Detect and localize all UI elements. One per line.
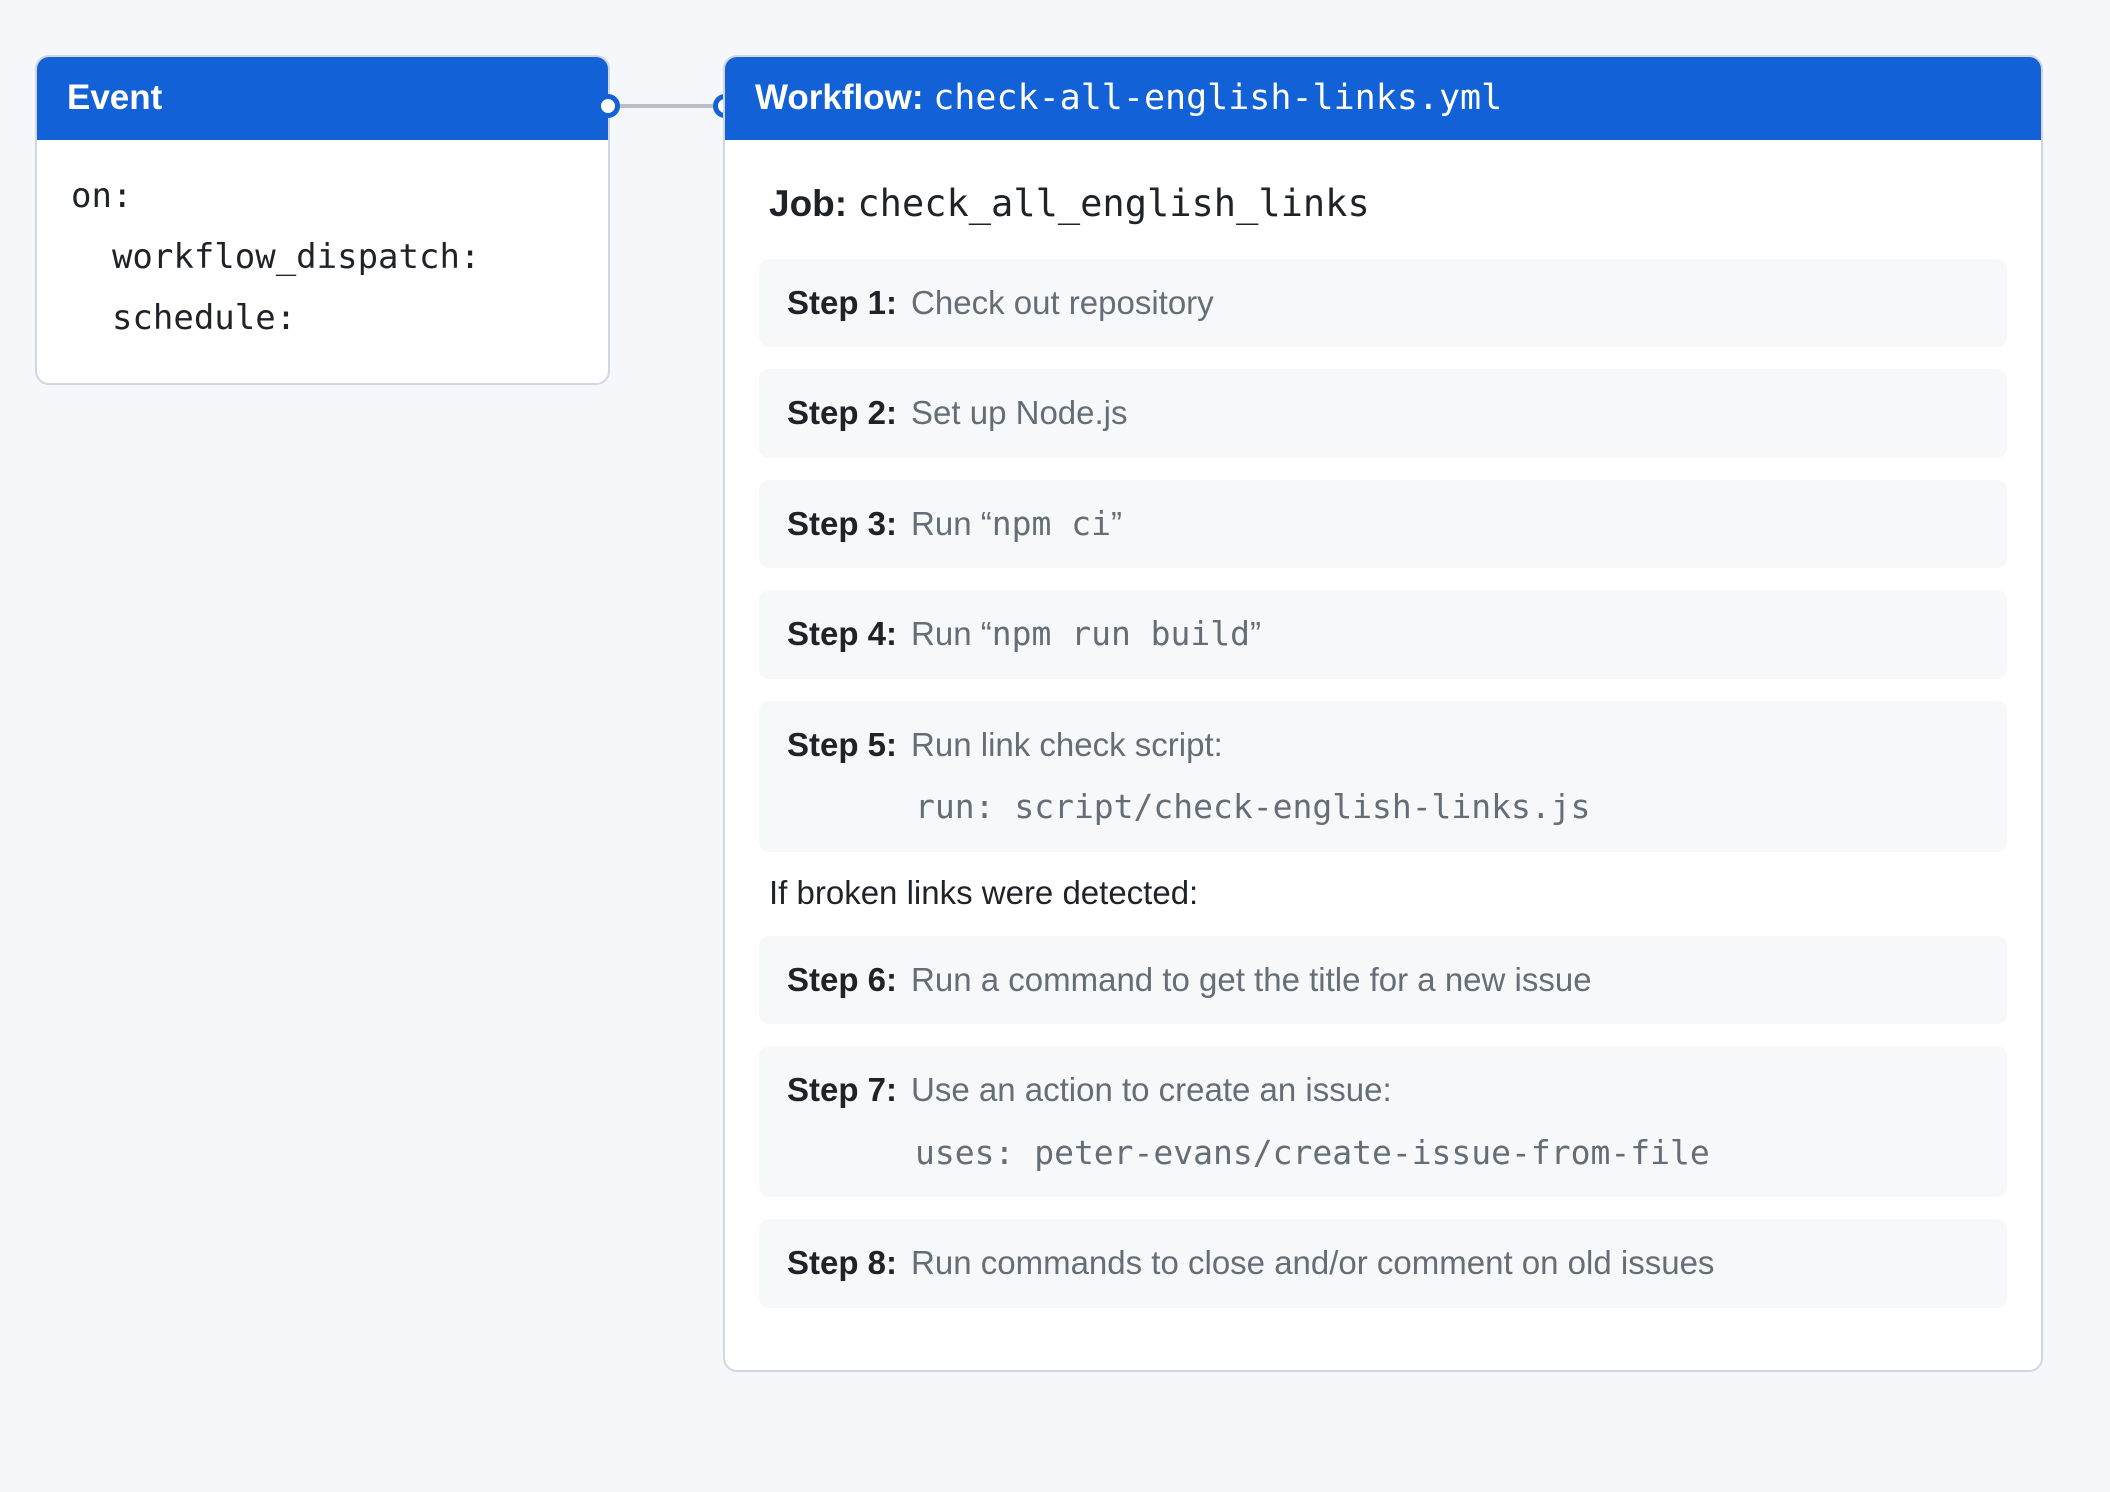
workflow-card: Workflow: check-all-english-links.yml Jo… (723, 55, 2043, 1372)
step-code: run: script/check-english-links.js (915, 785, 1979, 830)
event-card-header: Event (37, 57, 608, 140)
workflow-step: Step 5: Run link check script: run: script… (759, 701, 2007, 852)
event-card-body: on: workflow_dispatch: schedule: (37, 140, 608, 384)
step-description: Run “npm run build” (911, 612, 1261, 657)
step-description: Run commands to close and/or comment on … (911, 1241, 1714, 1286)
workflow-step: Step 7: Use an action to create an issue:… (759, 1046, 2007, 1197)
job-name: check_all_english_links (857, 182, 1369, 225)
job-label: Job: (769, 183, 857, 224)
step-label: Step 4: (787, 612, 897, 657)
step-description: Check out repository (911, 281, 1214, 326)
diagram-stage: Event on: workflow_dispatch: schedule: W… (0, 0, 2110, 1492)
event-card: Event on: workflow_dispatch: schedule: (35, 55, 610, 385)
workflow-card-header: Workflow: check-all-english-links.yml (725, 57, 2041, 140)
step-label: Step 5: (787, 723, 897, 768)
step-label: Step 7: (787, 1068, 897, 1113)
step-description: Run a command to get the title for a new… (911, 958, 1592, 1003)
connector (608, 94, 725, 118)
workflow-step: Step 6: Run a command to get the title fo… (759, 936, 2007, 1025)
job-title: Job: check_all_english_links (769, 182, 2007, 225)
event-title: Event (67, 78, 162, 117)
steps-group-before: Step 1: Check out repository Step 2: Set up… (759, 259, 2007, 852)
section-note: If broken links were detected: (769, 874, 2007, 912)
workflow-step: Step 3: Run “npm ci” (759, 480, 2007, 569)
workflow-title-file: check-all-english-links.yml (933, 78, 1502, 118)
step-description: Use an action to create an issue: (911, 1068, 1392, 1113)
step-label: Step 2: (787, 391, 897, 436)
workflow-step: Step 4: Run “npm run build” (759, 590, 2007, 679)
step-code: uses: peter-evans/create-issue-from-file (915, 1131, 1979, 1176)
step-description: Run link check script: (911, 723, 1223, 768)
workflow-card-body: Job: check_all_english_links Step 1: Chec… (725, 140, 2041, 1370)
connector-line (608, 104, 725, 108)
step-description: Set up Node.js (911, 391, 1127, 436)
workflow-title-label: Workflow: (755, 78, 933, 117)
workflow-step: Step 1: Check out repository (759, 259, 2007, 348)
step-label: Step 8: (787, 1241, 897, 1286)
step-label: Step 1: (787, 281, 897, 326)
workflow-step: Step 8: Run commands to close and/or comm… (759, 1219, 2007, 1308)
steps-group-after: Step 6: Run a command to get the title fo… (759, 936, 2007, 1308)
step-description: Run “npm ci” (911, 502, 1122, 547)
connector-dot-left (596, 94, 620, 118)
step-label: Step 6: (787, 958, 897, 1003)
step-label: Step 3: (787, 502, 897, 547)
workflow-step: Step 2: Set up Node.js (759, 369, 2007, 458)
